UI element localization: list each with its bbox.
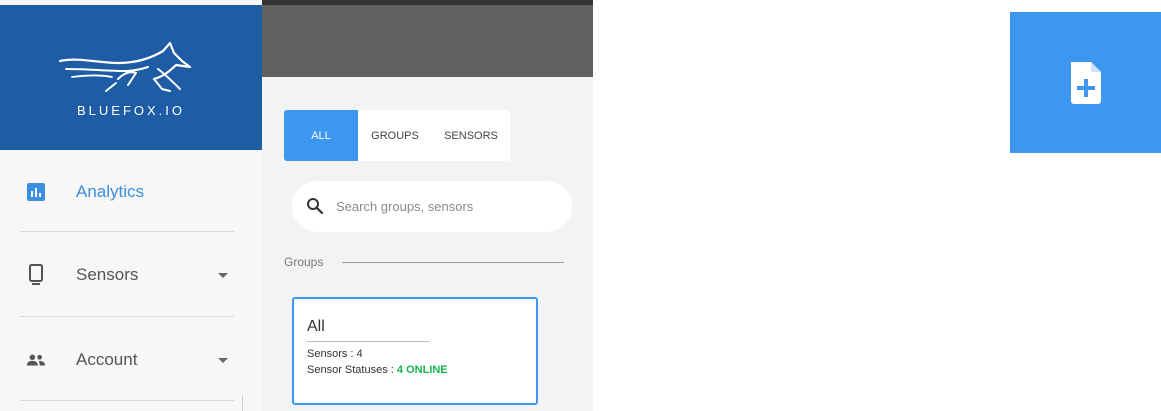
- tab-all[interactable]: ALL: [284, 110, 358, 161]
- top-toolbar: [262, 5, 593, 77]
- sidebar-item-account[interactable]: Account: [0, 318, 262, 402]
- scrollbar[interactable]: [242, 395, 243, 411]
- brand-header[interactable]: BLUEFOX.IO: [0, 5, 262, 150]
- people-icon: [26, 350, 46, 370]
- search-input[interactable]: [334, 193, 554, 219]
- sidebar-item-label: Sensors: [76, 265, 139, 284]
- fox-logo-icon: [58, 41, 192, 92]
- nav-divider: [20, 400, 234, 401]
- sidebar-item-label: Analytics: [76, 182, 145, 201]
- nav-divider: [20, 231, 234, 232]
- status-badge: 4 ONLINE: [396, 364, 448, 376]
- phone-device-icon: [26, 264, 46, 285]
- groups-sensors-panel: ALL GROUPS SENSORS Groups All Sensors : …: [262, 77, 593, 411]
- chevron-down-icon[interactable]: [218, 272, 228, 278]
- sensor-status-line: Sensor Statuses : 4 ONLINE: [307, 364, 448, 376]
- sidebar-item-analytics[interactable]: Analytics: [0, 150, 262, 234]
- group-title: All: [307, 318, 325, 335]
- search-bar: [292, 181, 572, 232]
- tab-groups[interactable]: GROUPS: [358, 110, 432, 161]
- title-underline: [307, 341, 429, 342]
- sensors-label: Sensors :: [307, 348, 357, 360]
- search-icon: [307, 198, 324, 215]
- group-card-all[interactable]: All Sensors : 4 Sensor Statuses : 4 ONLI…: [292, 297, 538, 405]
- brand-name: BLUEFOX.IO: [76, 103, 186, 118]
- chevron-down-icon[interactable]: [218, 357, 228, 363]
- sidebar: BLUEFOX.IO Analytics Sensors Account: [0, 0, 262, 411]
- sensors-count: 4: [356, 348, 363, 360]
- tab-sensors[interactable]: SENSORS: [432, 110, 510, 161]
- status-label: Sensor Statuses :: [307, 364, 397, 376]
- bar-chart-icon: [26, 182, 46, 202]
- sensor-count-line: Sensors : 4: [307, 348, 363, 360]
- add-document-icon: [1070, 61, 1101, 104]
- groups-heading: Groups: [284, 255, 324, 269]
- add-document-button[interactable]: [1010, 12, 1161, 153]
- nav-divider: [20, 316, 234, 317]
- sidebar-item-sensors[interactable]: Sensors: [0, 233, 262, 317]
- filter-tabs: ALL GROUPS SENSORS: [284, 110, 510, 161]
- sidebar-item-label: Account: [76, 350, 138, 369]
- section-divider: [342, 262, 564, 263]
